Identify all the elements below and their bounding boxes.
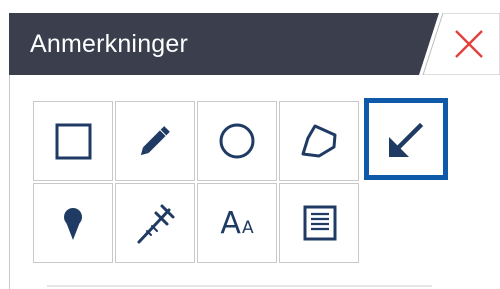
polygon-tool-button[interactable]	[279, 101, 359, 181]
text-tool-button[interactable]: A A	[197, 183, 277, 263]
note-icon	[303, 205, 337, 241]
annotations-panel: Anmerkninger A A	[0, 0, 500, 289]
pin-tool-button[interactable]	[33, 183, 113, 263]
polygon-icon	[301, 124, 337, 158]
text-icon-large-letter: A	[220, 205, 241, 241]
pencil-icon	[140, 126, 170, 156]
panel-border-left	[9, 75, 10, 289]
rectangle-icon	[55, 123, 92, 160]
circle-icon	[219, 123, 255, 159]
close-icon	[455, 30, 483, 58]
panel-bottom-divider	[47, 285, 432, 287]
arrow-icon	[389, 122, 424, 157]
arrow-tool-button[interactable]	[364, 98, 448, 180]
panel-title: Anmerkninger	[30, 30, 189, 58]
text-icon: A A	[198, 184, 276, 262]
text-icon-small-letter: A	[241, 218, 254, 238]
pin-icon	[64, 208, 82, 240]
close-button[interactable]	[452, 27, 486, 61]
circle-tool-button[interactable]	[197, 101, 277, 181]
note-tool-button[interactable]	[279, 183, 359, 263]
panel-header: Anmerkninger	[9, 13, 500, 75]
pencil-tool-button[interactable]	[115, 101, 195, 181]
measure-tool-button[interactable]	[115, 183, 195, 263]
rectangle-tool-button[interactable]	[33, 101, 113, 181]
caliper-icon	[137, 204, 175, 244]
